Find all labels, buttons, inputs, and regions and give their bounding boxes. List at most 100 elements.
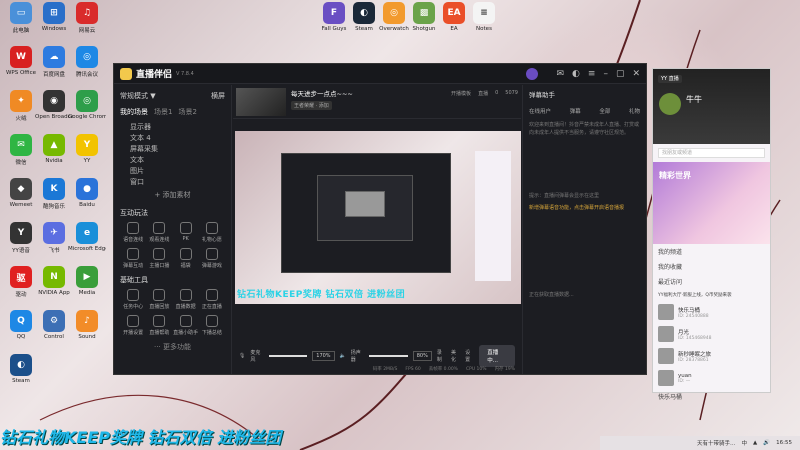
speaker-icon[interactable]: 🔈 [340,353,346,359]
volume-icon[interactable]: 🔊 [763,440,770,446]
stream-preview[interactable]: 钻石礼物KEEP奖牌 钻石双倍 进粉丝团 [235,131,521,304]
interact-item[interactable]: 语音连线 [120,222,146,243]
app-icon: Q [10,310,32,332]
feature-label: 下播总结 [201,330,222,336]
desktop-icon[interactable]: ◎ Google Chrome [68,90,106,120]
close-icon[interactable]: ✕ [632,69,640,79]
feature-icon [153,248,166,260]
maximize-icon[interactable]: ▢ [616,69,625,79]
orientation-toggle[interactable]: 横屏 [211,91,225,101]
more-features-button[interactable]: ··· 更多功能 [120,342,225,352]
tool-item[interactable]: 直播帮助 [146,315,172,336]
assistant-highlight[interactable]: 新增弹幕语音功能，点击弹幕开启语音播报 [529,204,640,211]
live-cover-thumbnail[interactable] [236,88,286,116]
interact-item[interactable]: 弹幕互动 [120,248,146,269]
menu-icon[interactable]: ≡ [588,69,596,79]
mic-icon[interactable]: 🎙 [239,353,245,359]
desktop-icon[interactable]: ▶ Media [68,266,106,296]
tab-scene-1[interactable]: 场景1 [154,107,172,117]
ime-indicator[interactable]: 中 [742,439,748,447]
skin-icon[interactable]: ◐ [572,69,580,79]
contact-id: ID: 24540888 [678,313,709,319]
yy-banner[interactable]: 精彩世界 [653,162,770,244]
source-item[interactable]: 显示器 [120,121,225,132]
app-icon: ◎ [76,46,98,68]
tool-item[interactable]: 任务中心 [120,289,146,310]
desktop-icon[interactable]: ♪ Sound [68,310,106,340]
yy-user-avatar[interactable] [659,93,681,115]
feature-icon [179,248,192,260]
desktop-icon[interactable]: ◐ Steam [2,354,40,384]
interact-item[interactable]: 福袋 [173,248,199,269]
app-icon: K [43,178,65,200]
desktop-icon[interactable]: ≡ Notes [465,2,503,32]
interact-item[interactable]: PK [173,222,199,243]
tool-item[interactable]: 开播设置 [120,315,146,336]
yy-contact-item[interactable]: yuan ID: — [653,367,770,389]
tab-gifts[interactable]: 礼物 [629,107,640,115]
feature-label: 礼物心愿 [201,237,222,243]
interact-item[interactable]: 弹幕游戏 [199,248,225,269]
tab-danmaku[interactable]: 弹幕 [570,107,581,115]
live-category-tag[interactable]: 王者荣耀 · 添加 [291,101,332,110]
yy-search-input[interactable]: 找朋友或频道 [658,148,765,158]
desktop-icon[interactable]: ♫ 网易云 [68,2,106,34]
minimize-icon[interactable]: – [603,69,608,79]
speaker-percent[interactable]: 80% [412,351,432,361]
desktop-icon-label: Microsoft Edge [68,246,106,252]
desktop-icon-label: Baidu [79,202,95,208]
source-item[interactable]: 窗口 [120,176,225,187]
live-link[interactable]: 直播 [478,90,488,97]
interact-item[interactable]: 主播口播 [146,248,172,269]
yy-header: YY 直播 牛牛 [653,69,770,144]
tool-item[interactable]: 直播数据 [173,289,199,310]
tab-all[interactable]: 全部 [599,107,610,115]
desktop-icon[interactable]: e Microsoft Edge [68,222,106,252]
tab-online-users[interactable]: 在线用户 [529,107,551,115]
add-source-button[interactable]: + 添加素材 [120,190,225,200]
interact-item[interactable]: 观看连线 [146,222,172,243]
yy-contact-item[interactable]: 快乐马桶 ID: 24540888 [653,301,770,323]
template-link[interactable]: 开播模板 [451,90,471,97]
settings-button[interactable]: 设置 [465,349,474,363]
yy-contact-item[interactable]: 月光 ID: 145468948 [653,323,770,345]
desktop-icon[interactable]: Y YY [68,134,106,164]
network-icon[interactable]: ▲ [753,440,757,446]
tool-item[interactable]: 正在直播 [199,289,225,310]
tab-scene-2[interactable]: 场景2 [178,107,196,117]
source-item[interactable]: 图片 [120,165,225,176]
desktop-icon[interactable]: ◎ 腾讯会议 [68,46,106,78]
taskbar-notice[interactable]: 天有十带骑手… [697,439,736,447]
feature-label: 直播小助手 [173,330,199,336]
source-item[interactable]: 文本 4 [120,132,225,143]
yy-section-favorites[interactable]: 我的收藏 [653,259,770,274]
tool-item[interactable]: 直播小助手 [173,315,199,336]
beauty-button[interactable]: 美化 [451,349,460,363]
mic-percent[interactable]: 170% [312,351,335,361]
source-item[interactable]: 文本 [120,154,225,165]
interact-item[interactable]: 礼物心愿 [199,222,225,243]
source-item[interactable]: 屏幕采集 [120,143,225,154]
message-icon[interactable]: ✉ [556,69,564,79]
app-icon: ◉ [43,90,65,112]
feature-label: 主播口播 [149,263,170,269]
yy-notice[interactable]: YY福利大厅·新服上线，Q币奖励来袭 [653,289,770,301]
mode-select[interactable]: 常规模式 ▼ [120,91,156,101]
desktop-icon-label: Notes [476,26,492,32]
mic-slider[interactable] [269,355,308,357]
app-icon: ✦ [10,90,32,112]
tool-item[interactable]: 下播总结 [199,315,225,336]
live-title[interactable]: 每天进步一点点~~~ [291,88,353,98]
clock[interactable]: 16:55 [776,440,792,446]
user-avatar[interactable] [526,67,539,80]
feature-icon [127,289,140,301]
desktop-icon-label: YY [83,158,91,164]
yy-contact-item[interactable]: 新秒睡眠之旅 ID: 28378861 [653,345,770,367]
feature-label: 福袋 [180,263,191,269]
record-button[interactable]: 录制 [437,349,446,363]
speaker-slider[interactable] [369,355,408,357]
tool-item[interactable]: 直播回放 [146,289,172,310]
desktop-icon[interactable]: ● Baidu [68,178,106,208]
yy-section-recent[interactable]: 最近访问 [653,274,770,289]
yy-section-channels[interactable]: 我的频道 [653,244,770,259]
